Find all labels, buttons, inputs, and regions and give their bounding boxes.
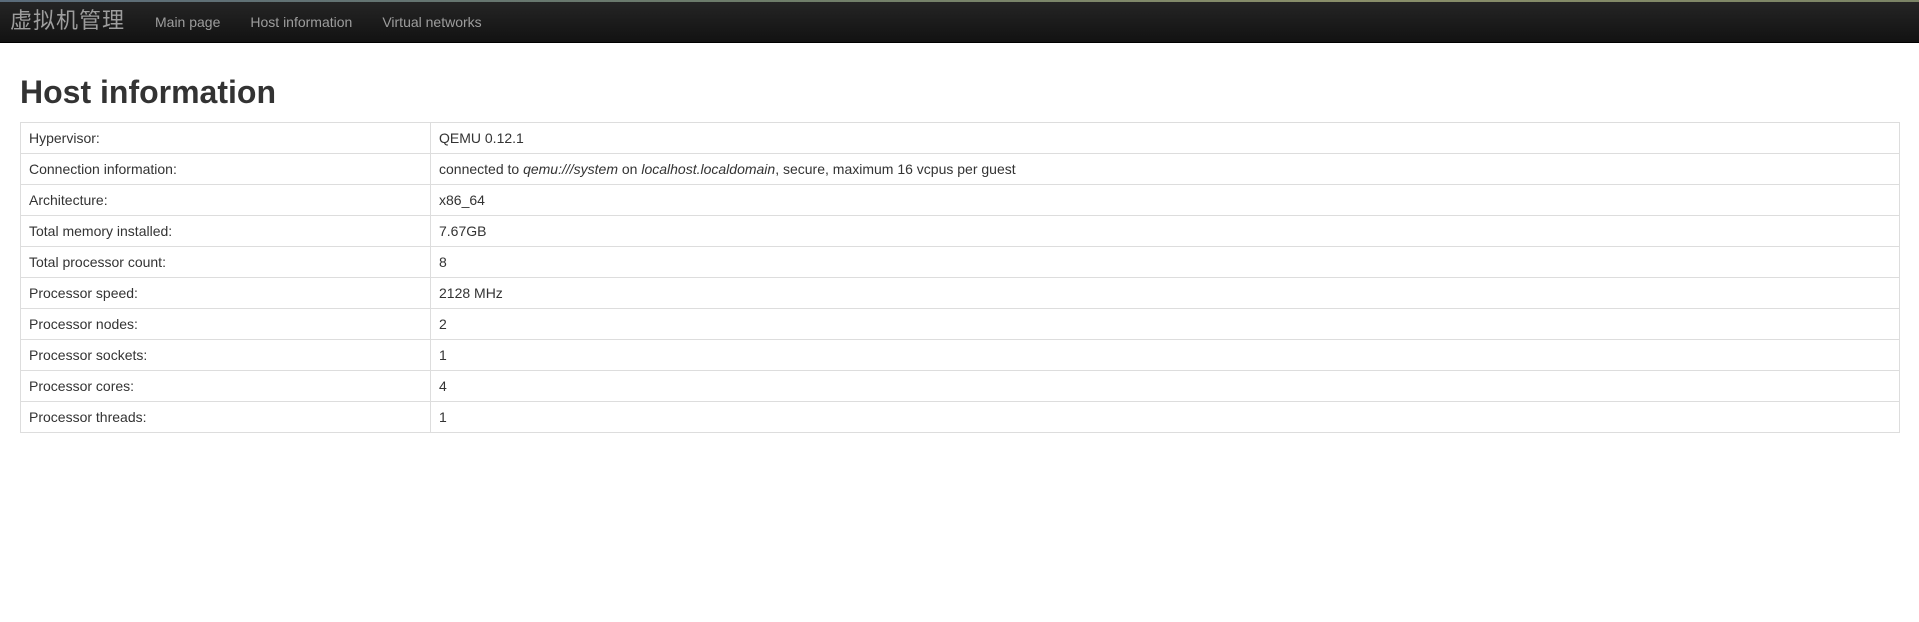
table-row: Processor threads: 1 <box>20 401 1900 433</box>
row-value-processor-threads: 1 <box>430 401 1900 433</box>
row-value-processor-count: 8 <box>430 246 1900 278</box>
table-row: Architecture: x86_64 <box>20 184 1900 216</box>
table-row: Processor sockets: 1 <box>20 339 1900 371</box>
row-label-total-memory: Total memory installed: <box>20 215 431 247</box>
table-row: Processor cores: 4 <box>20 370 1900 402</box>
row-label-connection: Connection information: <box>20 153 431 185</box>
table-row: Hypervisor: QEMU 0.12.1 <box>20 122 1900 154</box>
row-value-processor-speed: 2128 MHz <box>430 277 1900 309</box>
nav-item-host-information[interactable]: Host information <box>235 2 367 43</box>
brand-title[interactable]: 虚拟机管理 <box>10 8 125 36</box>
row-label-processor-cores: Processor cores: <box>20 370 431 402</box>
nav-menu: Main page Host information Virtual netwo… <box>140 2 497 43</box>
nav-item-main-page[interactable]: Main page <box>140 2 235 43</box>
row-value-processor-sockets: 1 <box>430 339 1900 371</box>
table-row: Processor speed: 2128 MHz <box>20 277 1900 309</box>
row-value-connection: connected to qemu:///system on localhost… <box>430 153 1900 185</box>
table-row: Total memory installed: 7.67GB <box>20 215 1900 247</box>
page-title: Host information <box>20 74 276 110</box>
connection-suffix: , secure, maximum 16 vcpus per guest <box>775 161 1016 177</box>
connection-uri: qemu:///system <box>523 161 618 177</box>
row-value-processor-cores: 4 <box>430 370 1900 402</box>
row-label-architecture: Architecture: <box>20 184 431 216</box>
connection-host: localhost.localdomain <box>641 161 776 177</box>
table-row: Total processor count: 8 <box>20 246 1900 278</box>
nav-item-virtual-networks[interactable]: Virtual networks <box>367 2 496 43</box>
table-row: Processor nodes: 2 <box>20 308 1900 340</box>
row-label-hypervisor: Hypervisor: <box>20 122 431 154</box>
table-row: Connection information: connected to qem… <box>20 153 1900 185</box>
row-value-architecture: x86_64 <box>430 184 1900 216</box>
row-label-processor-speed: Processor speed: <box>20 277 431 309</box>
row-value-hypervisor: QEMU 0.12.1 <box>439 130 524 146</box>
row-label-processor-threads: Processor threads: <box>20 401 431 433</box>
row-label-processor-nodes: Processor nodes: <box>20 308 431 340</box>
row-value-total-memory: 7.67GB <box>430 215 1900 247</box>
row-label-processor-count: Total processor count: <box>20 246 431 278</box>
row-label-processor-sockets: Processor sockets: <box>20 339 431 371</box>
navbar: 虚拟机管理 Main page Host information Virtual… <box>0 2 1919 43</box>
connection-prefix: connected to <box>439 161 524 177</box>
row-value-processor-nodes: 2 <box>430 308 1900 340</box>
connection-mid: on <box>617 161 642 177</box>
host-info-table: Hypervisor: QEMU 0.12.1 Connection infor… <box>20 122 1900 433</box>
